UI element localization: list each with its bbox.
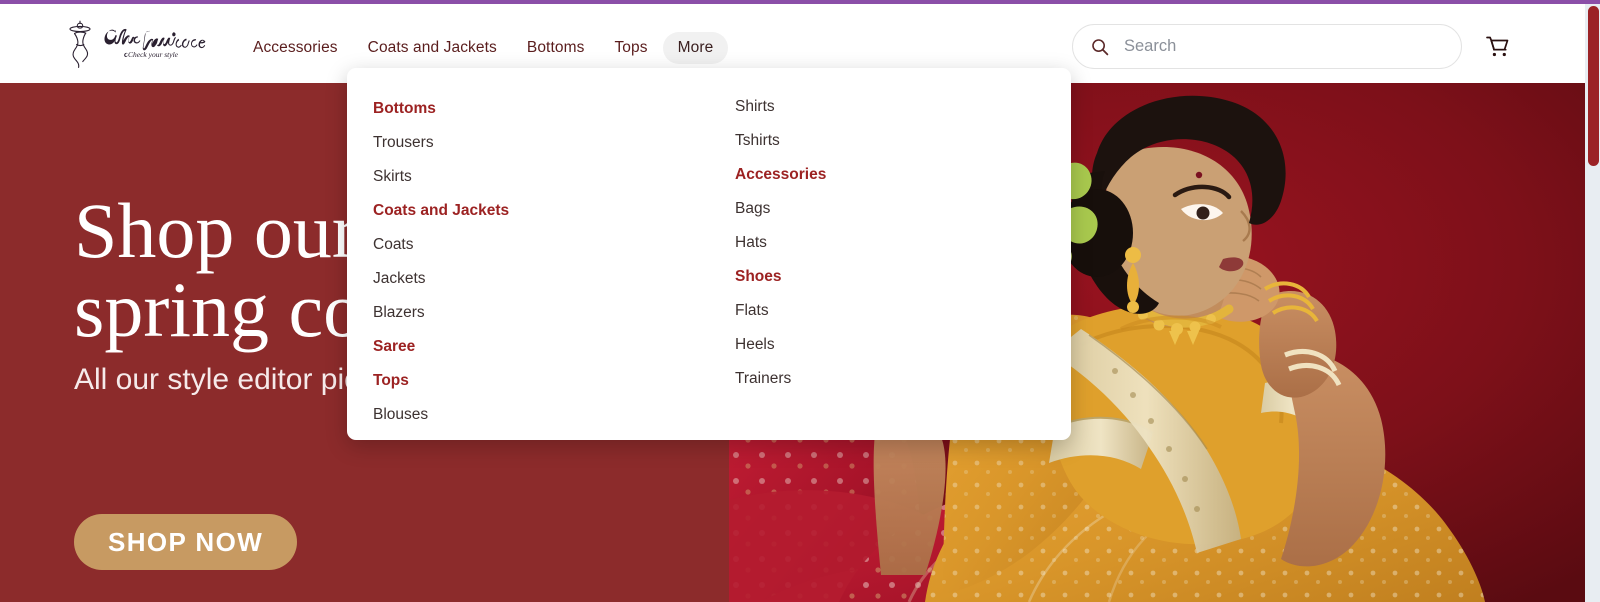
mega-menu-column-right: Shirts Tshirts Accessories Bags Hats Sho… xyxy=(709,90,1071,422)
mega-link-jackets[interactable]: Jackets xyxy=(373,262,709,296)
mega-header-bottoms[interactable]: Bottoms xyxy=(373,92,709,126)
mega-link-tshirts[interactable]: Tshirts xyxy=(735,124,1071,158)
brand-logo[interactable]: Check your style xyxy=(60,20,210,72)
mega-link-blouses[interactable]: Blouses xyxy=(373,398,709,432)
mega-link-heels[interactable]: Heels xyxy=(735,328,1071,362)
primary-nav: Accessories Coats and Jackets Bottoms To… xyxy=(238,32,729,64)
mega-link-trainers[interactable]: Trainers xyxy=(735,362,1071,396)
mega-link-skirts[interactable]: Skirts xyxy=(373,160,709,194)
shopping-cart-icon xyxy=(1486,36,1509,57)
mega-link-hats[interactable]: Hats xyxy=(735,226,1071,260)
shop-now-button[interactable]: SHOP NOW xyxy=(74,514,298,570)
mega-link-bags[interactable]: Bags xyxy=(735,192,1071,226)
mega-link-shirts[interactable]: Shirts xyxy=(735,90,1071,124)
mega-header-saree[interactable]: Saree xyxy=(373,330,709,364)
logo-tagline-text: Check your style xyxy=(128,50,179,59)
mega-header-accessories[interactable]: Accessories xyxy=(735,158,1071,192)
shopping-cart-button[interactable] xyxy=(1482,32,1512,62)
search-bar[interactable] xyxy=(1072,24,1462,69)
dress-form-mannequin-icon: Check your style xyxy=(69,20,206,68)
mega-header-tops[interactable]: Tops xyxy=(373,364,709,398)
nav-item-bottoms[interactable]: Bottoms xyxy=(512,32,600,64)
mega-header-coats-and-jackets[interactable]: Coats and Jackets xyxy=(373,194,709,228)
mega-link-flats[interactable]: Flats xyxy=(735,294,1071,328)
mega-link-trousers[interactable]: Trousers xyxy=(373,126,709,160)
nav-item-more[interactable]: More xyxy=(662,32,729,64)
more-mega-menu: Bottoms Trousers Skirts Coats and Jacket… xyxy=(347,68,1071,440)
browser-accent-border xyxy=(0,0,1600,4)
nav-item-accessories[interactable]: Accessories xyxy=(238,32,353,64)
mega-link-blazers[interactable]: Blazers xyxy=(373,296,709,330)
page-scrollbar-thumb[interactable] xyxy=(1588,6,1599,166)
mega-header-shoes[interactable]: Shoes xyxy=(735,260,1071,294)
search-icon xyxy=(1091,38,1109,56)
mega-menu-column-left: Bottoms Trousers Skirts Coats and Jacket… xyxy=(347,92,709,423)
search-input[interactable] xyxy=(1122,36,1443,57)
nav-item-tops[interactable]: Tops xyxy=(599,32,662,64)
page-root: Check your style Accessories Coats and J… xyxy=(0,0,1600,602)
mega-link-coats[interactable]: Coats xyxy=(373,228,709,262)
nav-item-coats-and-jackets[interactable]: Coats and Jackets xyxy=(353,32,512,64)
